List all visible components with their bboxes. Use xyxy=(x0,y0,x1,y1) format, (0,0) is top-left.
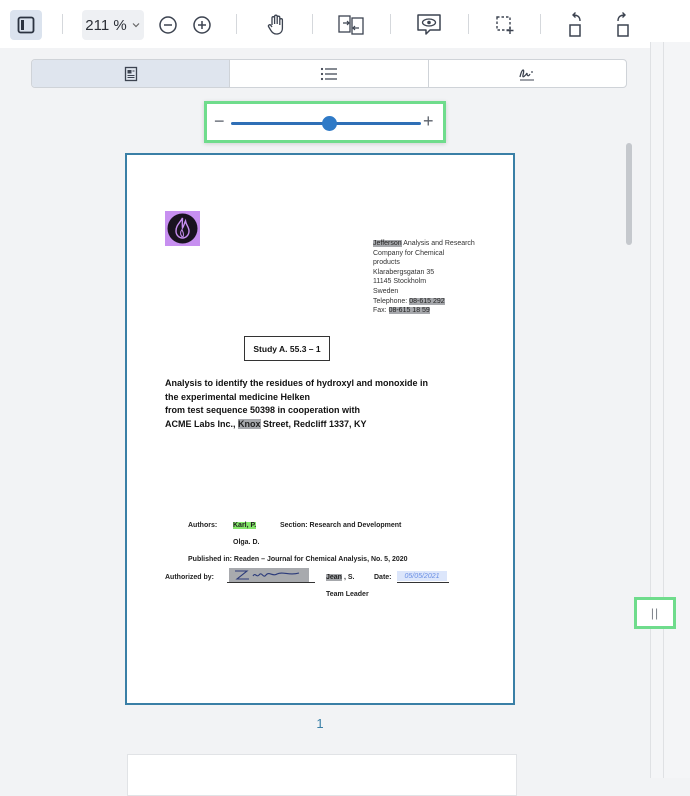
toolbar-divider xyxy=(468,14,469,34)
thumbnail-size-slider: − + xyxy=(204,101,446,143)
selection-button[interactable] xyxy=(492,10,518,40)
slider-thumb[interactable] xyxy=(322,116,338,131)
document-title: Analysis to identify the residues of hyd… xyxy=(165,377,428,431)
title-line: Analysis to identify the residues of hyd… xyxy=(165,378,429,388)
toolbar-divider xyxy=(390,14,391,34)
published-info: Published in: Readen – Journal for Chemi… xyxy=(188,556,408,563)
rotate-right-icon xyxy=(617,12,629,37)
rotate-left-button[interactable] xyxy=(564,10,588,40)
redacted-company-name[interactable]: Jefferson xyxy=(373,240,402,247)
date-label: Date: xyxy=(374,574,392,581)
toolbar-divider xyxy=(540,14,541,34)
panel-divider xyxy=(663,42,664,778)
toolbar-divider xyxy=(62,14,63,34)
toolbar-divider xyxy=(312,14,313,34)
redacted-signature[interactable] xyxy=(229,568,309,582)
toolbar-divider xyxy=(236,14,237,34)
address-line: Klarabergsgatan 35 xyxy=(373,268,435,276)
chevron-down-icon xyxy=(132,23,140,28)
tab-outline[interactable] xyxy=(230,60,429,87)
section-label: Section: Research and Development xyxy=(280,522,402,529)
authorized-label: Authorized by: xyxy=(165,574,214,581)
handwritten-signature xyxy=(235,570,300,580)
team-leader-label: Team Leader xyxy=(326,591,369,598)
date-field[interactable]: 05/05/2021 xyxy=(397,571,447,581)
address-block: Jefferson Analysis and Research Company … xyxy=(373,239,475,316)
address-line: products xyxy=(373,259,400,267)
title-line: Street, Redcliff 1337, KY xyxy=(260,418,367,429)
address-line: Sweden xyxy=(373,287,399,295)
tab-thumbnails[interactable] xyxy=(32,60,231,87)
drag-handle-icon: || xyxy=(650,606,660,620)
sidebar-scrollbar[interactable] xyxy=(626,143,632,245)
redacted-telephone[interactable]: 08-615 292 xyxy=(409,297,445,305)
compare-button[interactable] xyxy=(336,10,366,40)
redacted-fax[interactable]: 08-615 18 59 xyxy=(388,307,430,315)
selection-icon xyxy=(496,16,514,34)
sidebar-toggle-icon xyxy=(17,16,35,34)
tab-signatures[interactable] xyxy=(429,60,626,87)
toolbar: 211 % xyxy=(0,0,690,49)
highlighted-author[interactable]: Karl, P. xyxy=(233,522,257,529)
page-number: 1 xyxy=(316,716,324,731)
compare-icon xyxy=(338,15,364,35)
signature-line xyxy=(227,582,315,583)
zoom-select[interactable]: 211 % xyxy=(82,10,144,40)
zoom-in-icon xyxy=(193,16,211,34)
zoom-in-button[interactable] xyxy=(190,10,214,40)
address-line: Analysis and Research xyxy=(401,240,475,247)
slider-increase-button[interactable]: + xyxy=(423,109,434,133)
redacted-street[interactable]: Knox xyxy=(238,418,261,429)
zoom-value: 211 % xyxy=(85,16,127,34)
page-thumbnail[interactable]: Jefferson Analysis and Research Company … xyxy=(125,153,515,705)
slider-decrease-button[interactable]: − xyxy=(214,109,225,133)
telephone-label: Telephone: xyxy=(373,297,410,305)
authors-label: Authors: xyxy=(188,522,218,529)
signer-initial: , S. xyxy=(344,574,355,581)
panel-resize-handle[interactable]: || xyxy=(634,597,676,629)
title-line: the experimental medicine Helken xyxy=(165,391,311,402)
outline-list-icon xyxy=(320,67,337,80)
hand-tool-button[interactable] xyxy=(262,10,290,40)
date-line xyxy=(397,582,449,583)
study-id-box: Study A. 55.3 – 1 xyxy=(244,336,330,361)
sidebar-tabs xyxy=(31,59,627,88)
title-line: from test sequence 50398 in cooperation … xyxy=(165,405,361,415)
zoom-out-button[interactable] xyxy=(156,10,180,40)
preview-button[interactable] xyxy=(414,10,444,40)
rotate-right-button[interactable] xyxy=(610,10,634,40)
redacted-signer-name[interactable]: Jean xyxy=(326,574,342,581)
page-thumbnail-next[interactable] xyxy=(127,754,517,796)
zoom-out-icon xyxy=(159,16,177,34)
title-line: ACME Labs Inc., xyxy=(165,418,239,429)
flame-logo-icon xyxy=(165,211,200,246)
address-line: Company for Chemical xyxy=(373,249,445,257)
second-author: Olga. D. xyxy=(233,539,260,546)
hand-tool-icon xyxy=(267,14,284,35)
fax-label: Fax: xyxy=(373,307,389,315)
right-panel xyxy=(650,42,690,778)
sidebar-toggle-button[interactable] xyxy=(10,10,42,40)
preview-icon xyxy=(417,14,441,35)
rotate-left-icon xyxy=(569,12,581,37)
address-line: 11145 Stockholm xyxy=(373,278,427,286)
thumbnails-icon xyxy=(124,66,137,81)
signature-icon xyxy=(519,68,535,80)
